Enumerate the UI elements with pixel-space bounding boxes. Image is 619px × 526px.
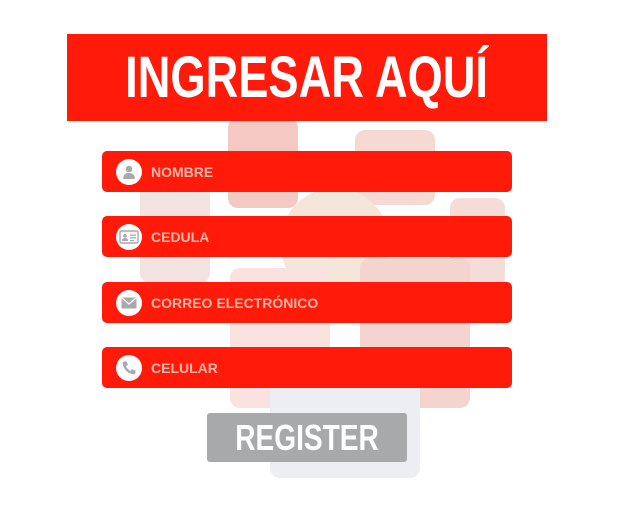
id-field[interactable] <box>102 216 512 257</box>
envelope-icon <box>116 289 142 316</box>
phone-input[interactable] <box>151 352 481 383</box>
phone-field[interactable] <box>102 347 512 388</box>
id-card-icon <box>116 223 142 250</box>
email-field[interactable] <box>102 282 512 323</box>
register-button[interactable]: REGISTER <box>207 413 407 462</box>
name-input[interactable] <box>151 156 481 187</box>
header-banner: INGRESAR AQUÍ <box>67 34 547 121</box>
name-field[interactable] <box>102 151 512 192</box>
email-input[interactable] <box>151 287 481 318</box>
page-title: INGRESAR AQUÍ <box>125 44 489 110</box>
id-input[interactable] <box>151 221 481 252</box>
phone-icon <box>116 354 142 381</box>
user-icon <box>116 158 142 185</box>
register-button-label: REGISTER <box>235 416 379 458</box>
